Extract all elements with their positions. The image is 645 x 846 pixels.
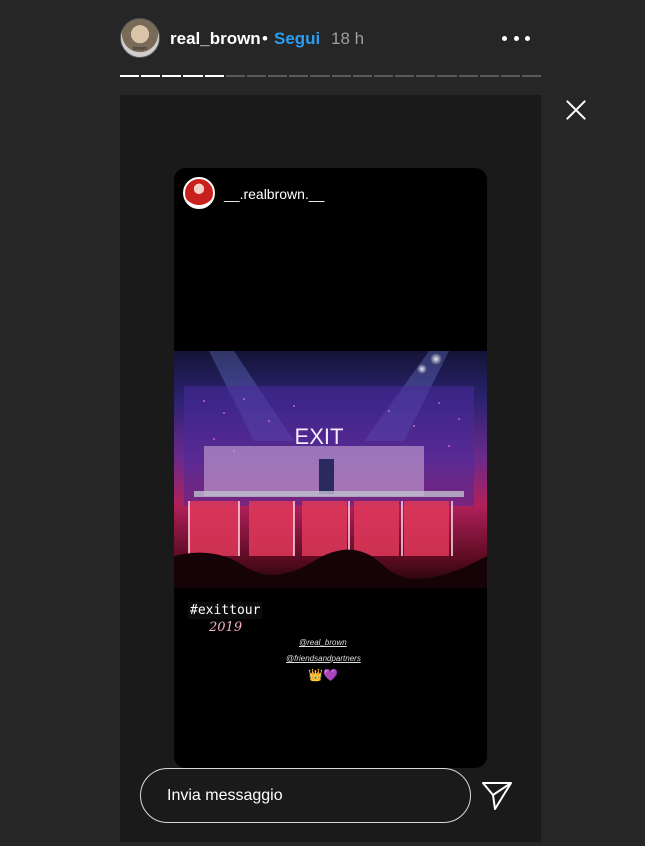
post-time: 18 h [331, 29, 365, 48]
story-header: brown real_brown • Segui 18 h [0, 0, 645, 78]
story-viewer: brown real_brown • Segui 18 h __.realbro… [0, 0, 645, 846]
year-text: 2019 [209, 620, 243, 635]
shared-username[interactable]: __.realbrown.__ [224, 186, 324, 202]
hashtag-text[interactable]: #exittour [188, 602, 263, 619]
follow-button[interactable]: Segui [274, 29, 320, 49]
message-input[interactable]: Invia messaggio [140, 768, 471, 823]
shared-story-card[interactable]: __.realbrown.__ EXIT #exittour 2019 @rea… [174, 168, 487, 768]
progress-segment [246, 75, 267, 77]
concert-photo: EXIT [174, 351, 487, 588]
progress-segment [479, 75, 499, 77]
progress-segment [458, 75, 478, 77]
send-icon[interactable] [480, 778, 514, 812]
more-horizontal-icon[interactable] [500, 26, 532, 50]
username[interactable]: real_brown [170, 29, 261, 49]
progress-segment [352, 75, 372, 77]
progress-segment [500, 75, 520, 77]
progress-segment [268, 75, 288, 77]
progress-segment [289, 75, 309, 77]
shared-user-avatar[interactable] [183, 177, 215, 209]
avatar-text: brown [133, 46, 147, 52]
progress-segment [162, 75, 182, 77]
progress-segment [521, 75, 542, 77]
progress-segment [141, 75, 161, 77]
progress-segment [416, 75, 436, 77]
mention-real-brown[interactable]: @real_brown [299, 638, 347, 647]
progress-segment [120, 75, 140, 77]
progress-segment [183, 75, 203, 77]
progress-segment [225, 75, 245, 77]
progress-segment [373, 75, 394, 77]
emoji-sticker: 👑💜 [308, 668, 338, 682]
message-input-placeholder: Invia messaggio [167, 787, 283, 804]
separator-dot: • [262, 29, 268, 48]
close-icon[interactable] [562, 96, 590, 124]
progress-segment [204, 75, 224, 77]
mention-friends-partners[interactable]: @friendsandpartners [286, 654, 361, 663]
story-progress-bar [120, 75, 542, 78]
avatar[interactable]: brown [120, 18, 160, 58]
progress-segment [437, 75, 457, 77]
progress-segment [310, 75, 330, 77]
exit-sign: EXIT [295, 424, 344, 449]
progress-segment [331, 75, 351, 77]
progress-segment [395, 75, 415, 77]
